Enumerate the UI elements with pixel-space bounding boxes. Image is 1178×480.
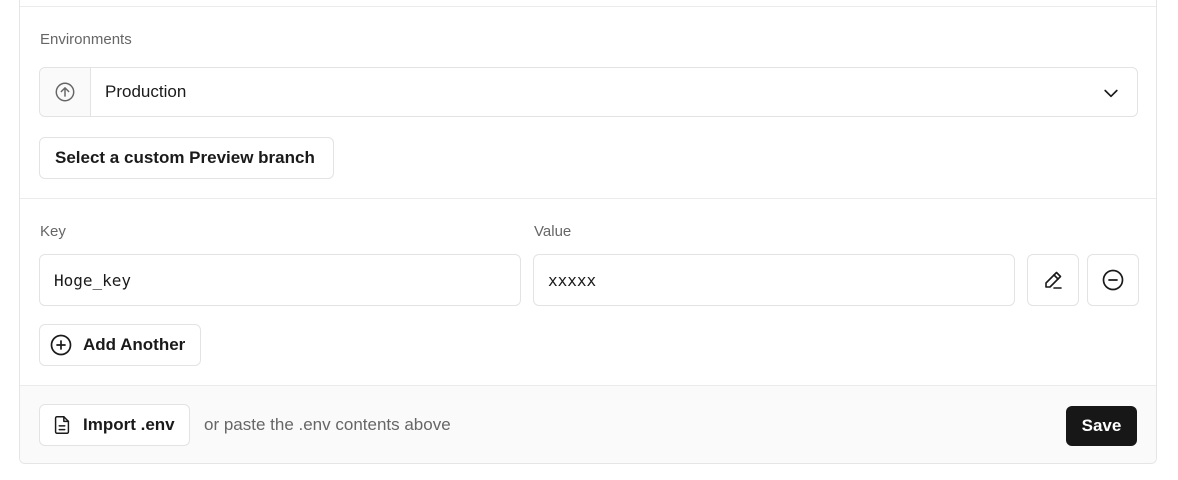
import-env-label: Import .env [83, 415, 175, 434]
add-another-label: Add Another [83, 335, 186, 354]
pencil-icon [1045, 271, 1062, 289]
environment-prefix [40, 68, 91, 116]
key-input-value: Hoge_key [54, 270, 132, 290]
chevron-down-icon [1104, 89, 1118, 98]
custom-preview-branch-button[interactable]: Select a custom Preview branch [39, 137, 334, 179]
top-divider [20, 6, 1156, 7]
environments-label: Environments [40, 31, 132, 48]
value-label: Value [534, 223, 572, 240]
environment-select[interactable]: Production [39, 67, 1138, 117]
save-button[interactable]: Save [1066, 406, 1137, 446]
key-input[interactable]: Hoge_key [39, 254, 521, 306]
value-input-value: xxxxx [548, 270, 597, 290]
plus-circle-icon [50, 334, 72, 356]
paste-hint: or paste the .env contents above [204, 415, 451, 434]
key-label: Key [40, 223, 66, 240]
environment-selected-value: Production [105, 82, 187, 101]
edit-button[interactable] [1027, 254, 1079, 306]
value-input[interactable]: xxxxx [533, 254, 1015, 306]
footer-bar: Import .env or paste the .env contents a… [20, 385, 1156, 463]
remove-button[interactable] [1087, 254, 1139, 306]
minus-circle-icon [1102, 269, 1124, 291]
file-icon [54, 416, 70, 434]
custom-preview-branch-label: Select a custom Preview branch [55, 148, 315, 167]
import-env-button[interactable]: Import .env [39, 404, 190, 446]
arrow-up-circle-icon [55, 82, 75, 102]
env-vars-card: Environments Production Select a custom … [19, 0, 1157, 464]
add-another-button[interactable]: Add Another [39, 324, 201, 366]
section-divider [20, 198, 1156, 199]
